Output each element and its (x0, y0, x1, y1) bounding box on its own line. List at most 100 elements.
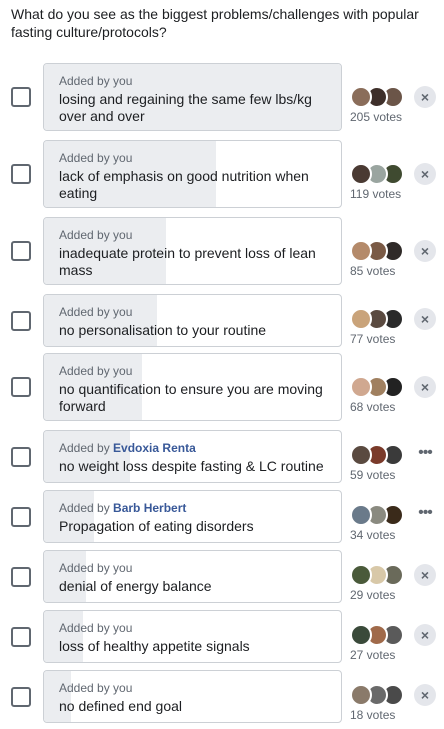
voter-avatars[interactable] (350, 624, 412, 646)
option-checkbox[interactable] (11, 164, 31, 184)
vote-count[interactable]: 119 votes (350, 187, 401, 201)
voter-avatars[interactable] (350, 564, 412, 586)
vote-count[interactable]: 27 votes (350, 648, 395, 662)
added-by-author[interactable]: Barb Herbert (113, 501, 186, 515)
added-by-prefix: Added by (59, 151, 114, 165)
option-checkbox[interactable] (11, 566, 31, 587)
option-card[interactable]: Added by you no personalisation to your r… (43, 294, 342, 347)
added-by-prefix: Added by (59, 501, 114, 515)
close-icon[interactable]: × (414, 240, 436, 262)
option-checkbox[interactable] (11, 446, 31, 467)
vote-count[interactable]: 85 votes (350, 264, 395, 278)
option-checkbox[interactable] (11, 506, 31, 527)
avatar[interactable] (350, 240, 372, 262)
added-by-line: Added by you (59, 364, 329, 379)
more-icon[interactable]: ••• (414, 504, 436, 526)
option-checkbox[interactable] (11, 310, 31, 331)
avatar[interactable] (350, 624, 372, 646)
option-text: Added by you inadequate protein to preven… (59, 228, 329, 279)
option-card[interactable]: Added by you inadequate protein to preven… (43, 217, 342, 285)
option-checkbox[interactable] (11, 626, 31, 647)
close-icon[interactable]: × (414, 564, 436, 586)
added-by-author: you (113, 74, 133, 88)
voter-avatars[interactable] (350, 308, 412, 330)
option-card[interactable]: Added by you denial of energy balance (43, 550, 342, 603)
option-label: lack of emphasis on good nutrition when … (59, 168, 309, 201)
poll-option: Added by Barb Herbert Propagation of eati… (0, 490, 444, 543)
added-by-line: Added by you (59, 621, 329, 636)
option-label: denial of energy balance (59, 578, 212, 594)
voter-avatars[interactable] (350, 504, 412, 526)
option-text: Added by you lack of emphasis on good nut… (59, 151, 329, 202)
added-by-line: Added by you (59, 74, 329, 89)
added-by-prefix: Added by (59, 441, 114, 455)
option-card[interactable]: Added by you no quantification to ensure … (43, 353, 342, 421)
avatar[interactable] (350, 684, 372, 706)
added-by-line: Added by Barb Herbert (59, 501, 329, 516)
added-by-author[interactable]: Evdoxia Renta (113, 441, 196, 455)
avatar[interactable] (350, 504, 372, 526)
poll-option: Added by you losing and regaining the sam… (0, 63, 444, 131)
option-label: no personalisation to your routine (59, 322, 267, 338)
added-by-prefix: Added by (59, 364, 114, 378)
option-label: no defined end goal (59, 698, 182, 714)
option-text: Added by Barb Herbert Propagation of eati… (59, 501, 329, 535)
vote-count[interactable]: 205 votes (350, 110, 402, 124)
close-icon[interactable]: × (414, 624, 436, 646)
voter-avatars[interactable] (350, 376, 412, 398)
added-by-prefix: Added by (59, 681, 114, 695)
added-by-author: you (113, 228, 133, 242)
option-label: no quantification to ensure you are movi… (59, 381, 323, 414)
poll-option: Added by you loss of healthy appetite sig… (0, 610, 444, 663)
option-checkbox[interactable] (11, 241, 31, 261)
option-card[interactable]: Added by Evdoxia Renta no weight loss des… (43, 430, 342, 483)
avatar[interactable] (350, 163, 372, 185)
vote-count[interactable]: 59 votes (350, 468, 395, 482)
avatar[interactable] (350, 308, 372, 330)
voter-avatars[interactable] (350, 240, 412, 262)
vote-count[interactable]: 68 votes (350, 400, 395, 414)
option-card[interactable]: Added by you losing and regaining the sam… (43, 63, 342, 131)
close-icon[interactable]: × (414, 86, 436, 108)
option-label: losing and regaining the same few lbs/kg… (59, 91, 312, 124)
option-checkbox[interactable] (11, 377, 31, 397)
option-card[interactable]: Added by you loss of healthy appetite sig… (43, 610, 342, 663)
added-by-prefix: Added by (59, 74, 114, 88)
poll-question: What do you see as the biggest problems/… (11, 6, 419, 40)
added-by-author: you (113, 681, 133, 695)
added-by-line: Added by you (59, 305, 329, 320)
more-icon[interactable]: ••• (414, 444, 436, 466)
avatar[interactable] (350, 86, 372, 108)
vote-count[interactable]: 29 votes (350, 588, 395, 602)
vote-count[interactable]: 18 votes (350, 708, 395, 722)
voter-avatars[interactable] (350, 444, 412, 466)
close-icon[interactable]: × (414, 376, 436, 398)
voter-avatars[interactable] (350, 684, 412, 706)
avatar[interactable] (350, 564, 372, 586)
added-by-line: Added by you (59, 561, 329, 576)
added-by-prefix: Added by (59, 561, 114, 575)
vote-count[interactable]: 34 votes (350, 528, 395, 542)
vote-count[interactable]: 77 votes (350, 332, 395, 346)
added-by-prefix: Added by (59, 228, 114, 242)
avatar[interactable] (350, 444, 372, 466)
voter-avatars[interactable] (350, 163, 412, 185)
close-icon[interactable]: × (414, 684, 436, 706)
option-checkbox[interactable] (11, 87, 31, 107)
close-icon[interactable]: × (414, 308, 436, 330)
added-by-line: Added by you (59, 681, 329, 696)
option-card[interactable]: Added by you lack of emphasis on good nut… (43, 140, 342, 208)
added-by-prefix: Added by (59, 621, 114, 635)
added-by-line: Added by you (59, 151, 329, 166)
avatar[interactable] (350, 376, 372, 398)
added-by-line: Added by you (59, 228, 329, 243)
voter-avatars[interactable] (350, 86, 412, 108)
added-by-author: you (113, 151, 133, 165)
option-text: Added by you no personalisation to your r… (59, 305, 329, 339)
option-card[interactable]: Added by Barb Herbert Propagation of eati… (43, 490, 342, 543)
close-icon[interactable]: × (414, 163, 436, 185)
option-checkbox[interactable] (11, 686, 31, 707)
poll-option: Added by you no defined end goal 18 votes × (0, 670, 444, 723)
option-text: Added by you loss of healthy appetite sig… (59, 621, 329, 655)
option-card[interactable]: Added by you no defined end goal (43, 670, 342, 723)
